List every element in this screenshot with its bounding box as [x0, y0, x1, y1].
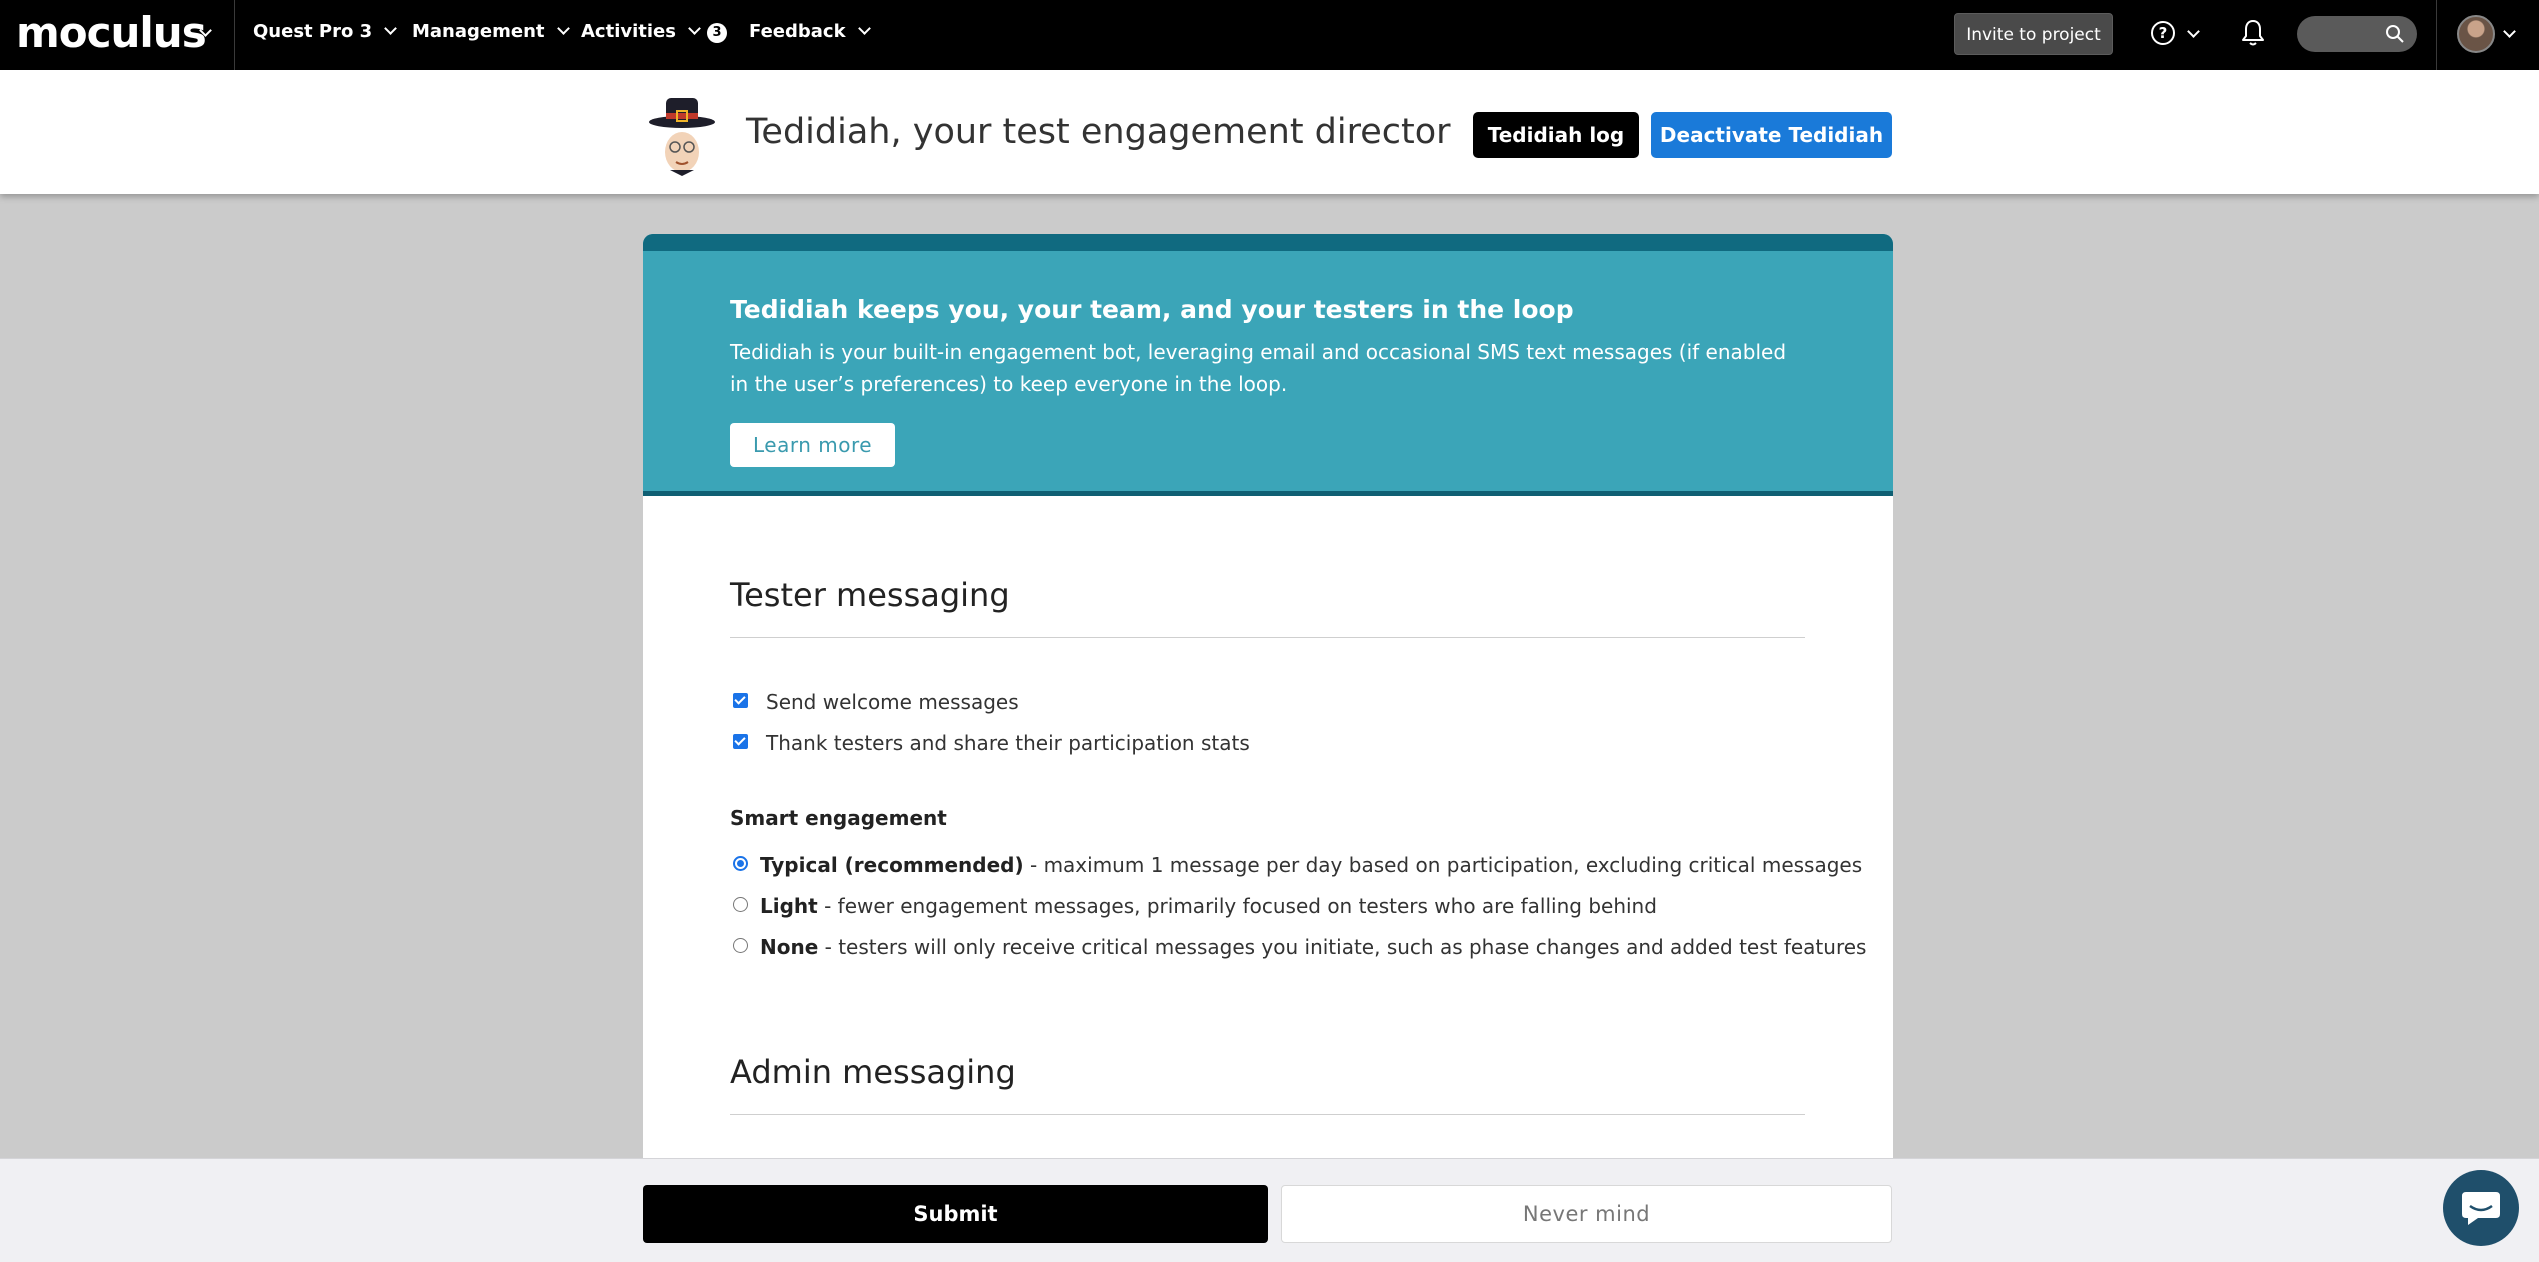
banner-text: Tedidiah is your built-in engagement bot… [730, 340, 1787, 396]
submit-button[interactable]: Submit [643, 1185, 1268, 1243]
nav-item-project[interactable]: Quest Pro 3 [253, 20, 398, 44]
invite-to-project-button[interactable]: Invite to project [1954, 13, 2113, 55]
chat-launcher-button[interactable] [2443, 1170, 2519, 1246]
section-divider [730, 637, 1805, 638]
option-name: Typical (recommended) [760, 853, 1024, 877]
logo[interactable]: moculus [16, 8, 207, 58]
nav-divider [234, 0, 235, 70]
smart-engagement-heading: Smart engagement [730, 806, 947, 830]
avatar[interactable] [2457, 15, 2495, 53]
nav-item-feedback[interactable]: Feedback [749, 20, 871, 44]
option-name: None [760, 935, 819, 959]
chevron-down-icon [688, 22, 701, 35]
help-icon[interactable]: ? [2151, 21, 2175, 45]
top-nav: moculus Quest Pro 3 Management Activitie… [0, 0, 2539, 70]
banner-title: Tedidiah keeps you, your team, and your … [730, 295, 1574, 324]
chevron-down-icon[interactable] [2187, 25, 2200, 38]
chat-bubble-icon [2462, 1192, 2500, 1225]
learn-more-button[interactable]: Learn more [730, 423, 895, 467]
tedidiah-log-button[interactable]: Tedidiah log [1473, 112, 1639, 158]
section-divider [730, 1114, 1805, 1115]
option-description: - maximum 1 message per day based on par… [1023, 853, 1863, 877]
nav-item-label: Feedback [749, 21, 846, 42]
nav-divider [2436, 0, 2437, 70]
option-description: - fewer engagement messages, primarily f… [817, 894, 1657, 918]
page-header: Tedidiah, your test engagement director … [0, 70, 2539, 194]
deactivate-tedidiah-button[interactable]: Deactivate Tedidiah [1651, 112, 1892, 158]
welcome-messages-label: Send welcome messages [766, 690, 1019, 714]
settings-card: Tedidiah keeps you, your team, and your … [643, 234, 1893, 1234]
nav-item-label: Management [412, 21, 545, 42]
info-banner: Tedidiah keeps you, your team, and your … [643, 234, 1893, 496]
engagement-radio-none[interactable] [733, 938, 748, 953]
section-title-tester-messaging: Tester messaging [730, 576, 1010, 614]
never-mind-button[interactable]: Never mind [1281, 1185, 1892, 1243]
welcome-messages-checkbox[interactable] [733, 693, 748, 708]
chevron-down-icon [384, 22, 398, 35]
nav-item-management[interactable]: Management [412, 20, 570, 44]
search-icon [2386, 25, 2404, 43]
chevron-down-icon [556, 22, 570, 35]
engagement-option-none: None - testers will only receive critica… [760, 934, 1866, 960]
nav-item-activities[interactable]: Activities 3 [581, 20, 727, 44]
engagement-radio-light[interactable] [733, 897, 748, 912]
search-input[interactable] [2297, 16, 2417, 52]
nav-item-label: Activities [581, 21, 676, 42]
chevron-down-icon[interactable] [2503, 25, 2516, 38]
action-footer: Submit Never mind [0, 1158, 2539, 1262]
thank-testers-label: Thank testers and share their participat… [766, 731, 1250, 755]
engagement-option-light: Light - fewer engagement messages, prima… [760, 893, 1657, 919]
tedidiah-mascot-icon [649, 98, 715, 176]
bell-icon[interactable] [2240, 18, 2266, 48]
activities-count-badge: 3 [706, 23, 727, 43]
option-name: Light [760, 894, 818, 918]
page-title: Tedidiah, your test engagement director [746, 112, 1451, 152]
nav-item-label: Quest Pro 3 [253, 21, 373, 42]
thank-testers-checkbox[interactable] [733, 734, 748, 749]
chevron-down-icon [857, 22, 871, 35]
engagement-option-typical: Typical (recommended) - maximum 1 messag… [760, 852, 1862, 878]
option-description: - testers will only receive critical mes… [818, 935, 1867, 959]
section-title-admin-messaging: Admin messaging [730, 1053, 1016, 1091]
engagement-radio-typical[interactable] [733, 856, 748, 871]
